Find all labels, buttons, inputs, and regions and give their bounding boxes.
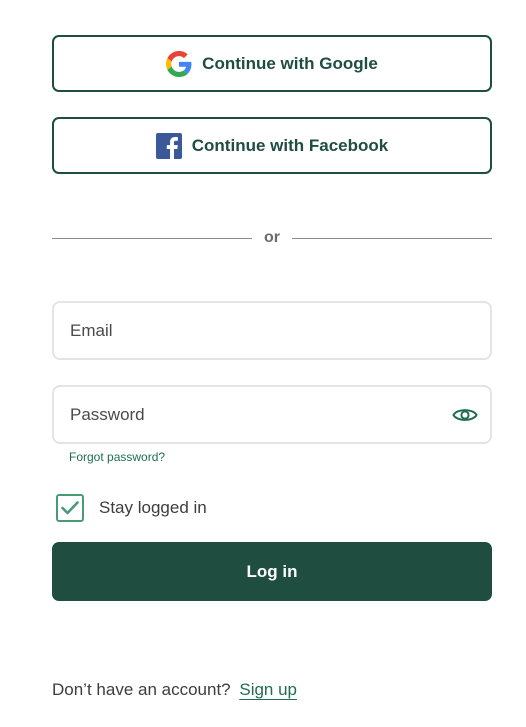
email-field[interactable] (52, 301, 492, 360)
facebook-icon (155, 132, 182, 159)
password-field[interactable] (52, 385, 492, 444)
sign-up-link[interactable]: Sign up (239, 680, 297, 699)
stay-logged-in-label: Stay logged in (99, 498, 207, 517)
divider-line-left (52, 237, 252, 239)
email-input[interactable] (70, 320, 474, 341)
or-divider: or (52, 226, 492, 250)
forgot-password-link[interactable]: Forgot password? (69, 450, 165, 464)
divider-line-right (292, 237, 492, 239)
login-button[interactable]: Log in (52, 542, 492, 601)
google-button-label: Continue with Google (202, 53, 378, 73)
stay-logged-in-checkbox[interactable] (56, 494, 84, 522)
eye-icon[interactable] (452, 401, 478, 429)
checkmark-icon (61, 501, 79, 515)
signup-row: Don’t have an account? Sign up (52, 680, 297, 700)
facebook-button-label: Continue with Facebook (191, 135, 389, 155)
continue-with-google-button[interactable]: Continue with Google (52, 35, 492, 92)
divider-text: or (264, 229, 280, 246)
no-account-prompt: Don’t have an account? (52, 680, 231, 699)
continue-with-facebook-button[interactable]: Continue with Facebook (52, 117, 492, 174)
password-input[interactable] (70, 404, 452, 425)
google-icon (166, 50, 192, 77)
